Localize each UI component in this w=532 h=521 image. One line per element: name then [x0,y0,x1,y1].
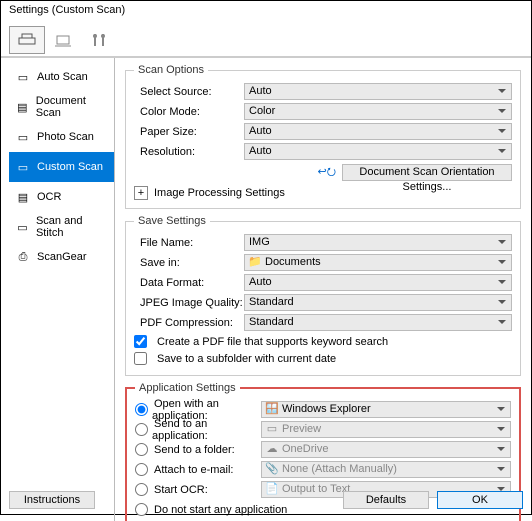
sidebar-item-auto-scan[interactable]: ▭ Auto Scan [9,62,114,92]
attach-email-dropdown[interactable]: 📎None (Attach Manually) [261,461,511,478]
preview-icon: ▭ [266,422,278,437]
save-settings-group: Save Settings File Name:IMG Save in:📁Doc… [125,215,521,376]
color-mode-dropdown[interactable]: Color [244,103,512,120]
file-name-field[interactable]: IMG [244,234,512,251]
image-processing-label: Image Processing Settings [154,187,285,199]
select-source-dropdown[interactable]: Auto [244,83,512,100]
send-folder-radio[interactable] [135,443,148,456]
sidebar-item-scan-stitch[interactable]: ▭ Scan and Stitch [9,212,114,242]
sidebar-item-ocr[interactable]: ▤ OCR [9,182,114,212]
sidebar-item-label: Custom Scan [37,161,103,173]
instructions-button[interactable]: Instructions [9,491,95,509]
ok-button[interactable]: OK [437,491,523,509]
send-folder-dropdown[interactable]: ☁OneDrive [261,441,511,458]
expand-image-processing-button[interactable]: + [134,186,148,200]
scangear-icon: ⎙ [15,250,31,264]
pdf-keyword-label: Create a PDF file that supports keyword … [151,336,388,348]
sidebar-item-scangear[interactable]: ⎙ ScanGear [9,242,114,272]
jpeg-quality-dropdown[interactable]: Standard [244,294,512,311]
sidebar-item-label: OCR [37,191,61,203]
pdf-compression-label: PDF Compression: [134,317,244,329]
save-in-dropdown[interactable]: 📁Documents [244,254,512,271]
window-title: Settings (Custom Scan) [1,1,531,23]
resolution-label: Resolution: [134,146,244,158]
folder-icon: 📁 [249,255,261,270]
scan-stitch-icon: ▭ [15,220,30,234]
jpeg-quality-label: JPEG Image Quality: [134,297,244,309]
ocr-icon: ▤ [15,190,31,204]
auto-scan-icon: ▭ [15,70,31,84]
open-with-dropdown[interactable]: 🪟Windows Explorer [261,401,511,418]
sidebar-item-label: Document Scan [36,95,108,119]
photo-scan-icon: ▭ [15,130,31,144]
resolution-dropdown[interactable]: Auto [244,143,512,160]
pdf-compression-dropdown[interactable]: Standard [244,314,512,331]
sidebar-item-label: Auto Scan [37,71,88,83]
send-folder-label: Send to a folder: [152,444,235,456]
pdf-keyword-checkbox[interactable] [134,335,147,348]
sidebar-item-label: Photo Scan [37,131,94,143]
main-panel: Scan Options Select Source:Auto Color Mo… [115,58,531,521]
subfolder-checkbox[interactable] [134,352,147,365]
sidebar-item-document-scan[interactable]: ▤ Document Scan [9,92,114,122]
subfolder-label: Save to a subfolder with current date [151,353,336,365]
document-scan-icon: ▤ [15,100,30,114]
defaults-button[interactable]: Defaults [343,491,429,509]
attach-email-radio[interactable] [135,463,148,476]
explorer-icon: 🪟 [266,402,278,417]
top-tab-bar [1,23,531,57]
send-app-dropdown[interactable]: ▭Preview [261,421,511,438]
footer: Instructions Defaults OK [1,489,531,511]
paper-size-dropdown[interactable]: Auto [244,123,512,140]
file-name-label: File Name: [134,237,244,249]
attach-email-label: Attach to e-mail: [152,464,233,476]
sidebar-item-custom-scan[interactable]: ▭ Custom Scan [9,152,114,182]
scan-options-group: Scan Options Select Source:Auto Color Mo… [125,64,521,209]
sidebar: ▭ Auto Scan ▤ Document Scan ▭ Photo Scan ▭ C… [1,58,115,521]
attach-icon: 📎 [266,462,278,477]
tab-scanner-icon[interactable] [9,26,45,54]
data-format-dropdown[interactable]: Auto [244,274,512,291]
onedrive-icon: ☁ [266,442,278,457]
orientation-icon: ↩⭮ [318,163,336,182]
data-format-label: Data Format: [134,277,244,289]
application-settings-legend: Application Settings [135,382,240,394]
select-source-label: Select Source: [134,86,244,98]
tab-tools-icon[interactable] [81,26,117,54]
send-app-radio[interactable] [135,423,148,436]
send-app-label: Send to an application: [152,418,261,442]
sidebar-item-label: Scan and Stitch [36,215,108,239]
custom-scan-icon: ▭ [15,160,31,174]
color-mode-label: Color Mode: [134,106,244,118]
orientation-settings-button[interactable]: Document Scan Orientation Settings... [342,164,512,181]
paper-size-label: Paper Size: [134,126,244,138]
sidebar-item-label: ScanGear [37,251,87,263]
sidebar-item-photo-scan[interactable]: ▭ Photo Scan [9,122,114,152]
save-settings-legend: Save Settings [134,215,210,227]
tab-network-icon[interactable] [45,26,81,54]
scan-options-legend: Scan Options [134,64,208,76]
open-with-radio[interactable] [135,403,148,416]
save-in-label: Save in: [134,257,244,269]
